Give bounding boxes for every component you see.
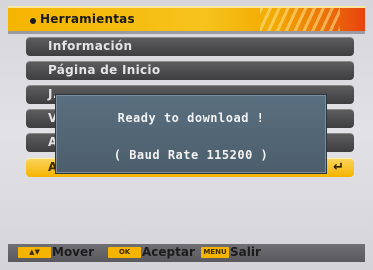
enter-icon: ↵ bbox=[333, 160, 344, 175]
menu-header: Herramientas bbox=[8, 6, 365, 31]
menu-key-icon: MENU bbox=[201, 247, 229, 258]
download-dialog: Ready to download ! ( Baud Rate 115200 ) bbox=[55, 94, 327, 174]
ok-key-icon: OK bbox=[108, 247, 141, 258]
menu-item-informacion[interactable]: Información bbox=[26, 37, 354, 56]
menu-item-label: Página de Inicio bbox=[48, 63, 161, 77]
footer-help-bar: ▲▼ Mover OK Aceptar MENU Salir bbox=[8, 244, 365, 262]
dialog-baud-rate: ( Baud Rate 115200 ) bbox=[113, 148, 269, 162]
menu-item-pagina-de-inicio[interactable]: Página de Inicio bbox=[26, 61, 354, 80]
footer-move-label: Mover bbox=[52, 245, 95, 259]
footer-exit-label: Salir bbox=[230, 245, 261, 259]
header-stripes-decoration bbox=[260, 8, 340, 31]
page-title: Herramientas bbox=[40, 12, 135, 26]
dialog-message: Ready to download ! bbox=[117, 111, 265, 125]
header-shadow bbox=[8, 31, 365, 34]
footer-accept-label: Aceptar bbox=[142, 245, 195, 259]
menu-item-label: Información bbox=[48, 39, 133, 53]
bullet-icon bbox=[30, 18, 36, 24]
tv-menu-screen: Herramientas Información Página de Inici… bbox=[0, 0, 373, 270]
up-down-arrows-icon: ▲▼ bbox=[18, 247, 51, 258]
